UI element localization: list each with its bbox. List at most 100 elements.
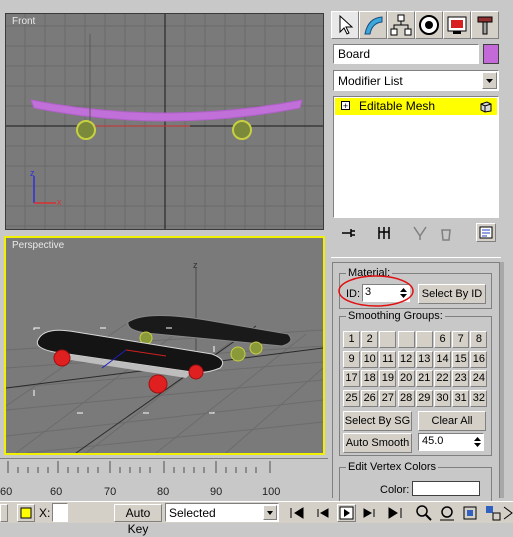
spinner-icon[interactable]: [473, 435, 482, 449]
tick-label-6: 100: [262, 486, 281, 498]
tick-label-4: 80: [157, 486, 170, 498]
command-panel-scrollbar[interactable]: [500, 262, 504, 498]
smoothing-group-button[interactable]: 32: [470, 389, 488, 407]
zoom-extents-icon[interactable]: [461, 504, 479, 522]
smoothing-group-button[interactable]: 26: [361, 389, 379, 407]
select-by-sg-button[interactable]: Select By SG: [343, 411, 412, 431]
wheel-red-2: [148, 374, 168, 394]
modifier-list-dropdown[interactable]: Modifier List: [333, 70, 499, 91]
stack-item-editable-mesh[interactable]: + Editable Mesh: [335, 98, 497, 115]
vertex-color-swatch[interactable]: [412, 481, 480, 496]
x-coordinate-label: X:: [39, 506, 51, 520]
smoothing-group-button[interactable]: 14: [434, 350, 451, 368]
red-highlight-ellipse: [338, 275, 414, 307]
smoothing-group-button[interactable]: 31: [452, 389, 470, 407]
modify-icon: [364, 16, 383, 35]
smoothing-group-button[interactable]: 12: [397, 350, 415, 368]
lock-selection-button[interactable]: [0, 504, 8, 522]
utilities-tab[interactable]: [471, 11, 499, 39]
object-name-field[interactable]: Board: [333, 44, 479, 64]
front-wheel-left: [76, 120, 96, 140]
smoothing-groups-title: Smoothing Groups:: [346, 310, 445, 322]
smoothing-group-button[interactable]: 1: [343, 331, 360, 348]
smoothing-group-button[interactable]: 29: [415, 389, 433, 407]
smoothing-group-button[interactable]: 15: [452, 350, 470, 368]
smoothing-group-button[interactable]: 18: [361, 370, 379, 387]
configure-modifier-sets-button[interactable]: [476, 223, 496, 242]
hierarchy-tab[interactable]: [387, 11, 415, 39]
smoothing-group-button[interactable]: [397, 331, 415, 348]
object-color-swatch[interactable]: [483, 44, 499, 64]
chevron-down-icon: [486, 79, 493, 83]
make-unique-icon[interactable]: [411, 224, 429, 242]
display-tab[interactable]: [443, 11, 471, 39]
chevron-down-icon: [267, 511, 273, 515]
smoothing-group-button[interactable]: 10: [361, 350, 379, 368]
mesh-cube-icon: [480, 101, 492, 113]
tick-label-2: 60: [50, 486, 63, 498]
smoothing-group-button[interactable]: 2: [361, 331, 379, 348]
smoothing-group-button[interactable]: 16: [470, 350, 488, 368]
select-by-id-button[interactable]: Select By ID: [418, 284, 486, 304]
display-icon: [447, 16, 467, 34]
dropdown-arrow-button[interactable]: [482, 72, 497, 89]
svg-text:x: x: [57, 197, 62, 207]
go-to-end-icon[interactable]: [386, 505, 404, 521]
smoothing-group-button[interactable]: [379, 331, 397, 348]
smoothing-group-button[interactable]: 9: [343, 350, 360, 368]
play-button[interactable]: [337, 504, 356, 522]
expand-toggle[interactable]: +: [341, 101, 350, 111]
smoothing-group-button[interactable]: 30: [434, 389, 451, 407]
front-wheel-right: [232, 120, 252, 140]
auto-key-button[interactable]: Auto Key: [114, 504, 162, 536]
wheel-red-3: [188, 364, 204, 380]
stack-item-label: Editable Mesh: [359, 99, 436, 113]
previous-frame-icon[interactable]: [314, 505, 332, 521]
auto-smooth-button[interactable]: Auto Smooth: [343, 433, 412, 453]
next-frame-icon[interactable]: [360, 505, 378, 521]
zoom-all-icon[interactable]: [438, 504, 456, 522]
smoothing-group-button[interactable]: 24: [470, 370, 488, 387]
zoom-extents-all-icon[interactable]: [484, 504, 502, 522]
smoothing-group-button[interactable]: 25: [343, 389, 360, 407]
front-viewport-label[interactable]: Front: [12, 16, 35, 27]
tick-label-5: 90: [210, 486, 223, 498]
key-filter-arrow[interactable]: [263, 505, 277, 520]
create-tab[interactable]: [331, 11, 359, 39]
go-to-start-icon[interactable]: [288, 505, 306, 521]
smoothing-group-button[interactable]: 22: [434, 370, 451, 387]
smoothing-group-button[interactable]: 23: [452, 370, 470, 387]
threshold-value: 45.0: [422, 435, 444, 447]
smoothing-group-button[interactable]: 21: [415, 370, 433, 387]
smoothing-group-button[interactable]: 27: [379, 389, 397, 407]
smoothing-group-button[interactable]: 6: [434, 331, 451, 348]
smoothing-group-button[interactable]: 17: [343, 370, 360, 387]
motion-tab[interactable]: [415, 11, 443, 39]
perspective-viewport-label[interactable]: Perspective: [12, 240, 64, 251]
modifier-stack[interactable]: + Editable Mesh: [333, 96, 499, 218]
smoothing-group-button[interactable]: 20: [397, 370, 415, 387]
field-of-view-icon[interactable]: [503, 504, 513, 522]
smoothing-group-button[interactable]: 19: [379, 370, 397, 387]
perspective-viewport[interactable]: z Perspective: [4, 236, 325, 455]
remove-modifier-icon[interactable]: [437, 224, 455, 242]
tick-label-3: 70: [104, 486, 117, 498]
x-coordinate-field[interactable]: [52, 503, 68, 522]
smoothing-group-button[interactable]: [415, 331, 433, 348]
hammer-icon: [477, 16, 493, 35]
zoom-icon[interactable]: [415, 504, 433, 522]
smoothing-group-button[interactable]: 8: [470, 331, 488, 348]
show-end-result-icon[interactable]: [375, 224, 393, 242]
modify-tab[interactable]: [359, 11, 387, 39]
smoothing-group-button[interactable]: 28: [397, 389, 415, 407]
front-viewport[interactable]: z x Front: [5, 13, 324, 230]
auto-smooth-threshold-spinner[interactable]: 45.0: [418, 433, 484, 451]
key-filter-dropdown[interactable]: Selected: [165, 503, 279, 522]
clear-all-button[interactable]: Clear All: [418, 411, 486, 431]
edit-vertex-colors-title: Edit Vertex Colors: [346, 461, 439, 473]
smoothing-group-button[interactable]: 11: [379, 350, 397, 368]
smoothing-group-button[interactable]: 13: [415, 350, 433, 368]
pin-stack-icon[interactable]: [339, 224, 357, 242]
absolute-mode-toggle[interactable]: [17, 504, 35, 522]
smoothing-group-button[interactable]: 7: [452, 331, 470, 348]
